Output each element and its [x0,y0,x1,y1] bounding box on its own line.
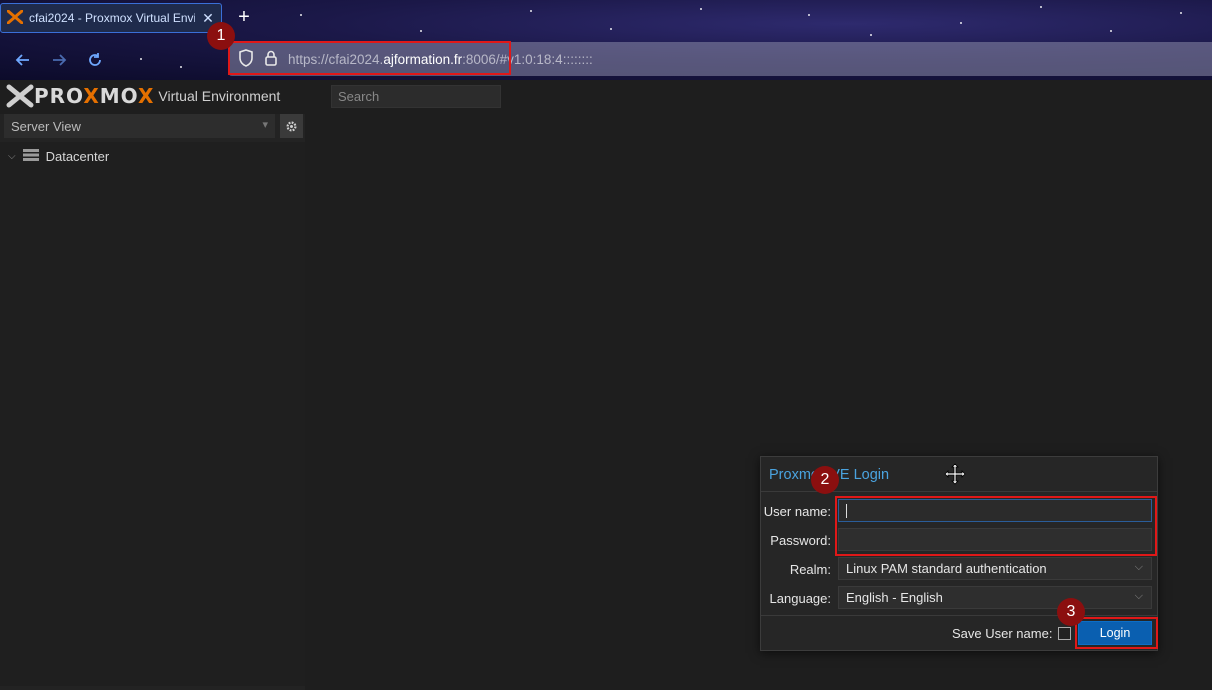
decor-star [1110,30,1112,32]
back-icon[interactable] [11,48,35,72]
browser-tab[interactable]: cfai2024 - Proxmox Virtual Environment ✕ [0,3,222,33]
product-name: Virtual Environment [158,88,281,104]
forward-icon[interactable] [47,48,71,72]
save-username-checkbox[interactable] [1058,627,1071,640]
server-icon [22,148,40,165]
decor-star [1180,12,1182,14]
realm-label: Realm: [789,562,831,577]
decor-star [870,34,872,36]
move-cursor-icon [944,463,966,488]
decor-star [960,22,962,24]
realm-select[interactable]: Linux PAM standard authentication ⌵ [838,557,1152,580]
annotation-box-login [1075,617,1158,649]
chevron-down-icon[interactable]: ⌵ [8,151,16,162]
reload-icon[interactable] [83,48,107,72]
decor-star [1040,6,1042,8]
decor-star [610,28,612,30]
proxmox-logo: PROXMOX Virtual Environment [6,84,280,108]
tab-title: cfai2024 - Proxmox Virtual Environment [29,11,195,25]
password-label: Password: [770,533,831,548]
decor-star [530,10,532,12]
sidebar: Server View ▾ ⌵ Datacenter [0,114,305,690]
decor-star [180,66,182,68]
decor-star [140,58,142,60]
annotation-box-credentials [835,496,1157,556]
language-label: Language: [769,591,831,606]
decor-star [300,14,302,16]
annotation-box-url [228,41,511,75]
language-select[interactable]: English - English ⌵ [838,586,1152,609]
save-username-label: Save User name: [952,626,1053,641]
annotation-badge: 3 [1057,598,1085,626]
logo-wordmark: PROXMOX [34,84,155,108]
divider [761,615,1157,616]
chevron-down-icon: ⌵ [1134,561,1143,573]
search-input[interactable]: Search [331,85,501,108]
browser-chrome: cfai2024 - Proxmox Virtual Environment ✕… [0,0,1212,80]
chevron-down-icon: ⌵ [1134,590,1143,602]
tree-item-datacenter[interactable]: ⌵ Datacenter [0,146,109,166]
annotation-badge: 2 [811,466,839,494]
proxmox-x-icon [6,84,34,108]
decor-star [808,14,810,16]
realm-value: Linux PAM standard authentication [846,561,1047,576]
language-value: English - English [846,590,943,605]
chevron-down-icon: ▾ [262,119,268,131]
new-tab-button[interactable]: + [233,6,255,28]
resource-tree: ⌵ Datacenter [0,142,305,686]
view-select-value: Server View [11,119,81,134]
annotation-badge: 1 [207,22,235,50]
decor-star [420,30,422,32]
app-header: PROXMOX Virtual Environment Search [0,80,1212,114]
decor-star [700,8,702,10]
view-select[interactable]: Server View ▾ [4,114,275,138]
username-label: User name: [763,504,831,519]
proxmox-favicon-icon [6,9,24,27]
tree-item-label: Datacenter [45,148,110,164]
gear-icon[interactable] [280,114,303,138]
